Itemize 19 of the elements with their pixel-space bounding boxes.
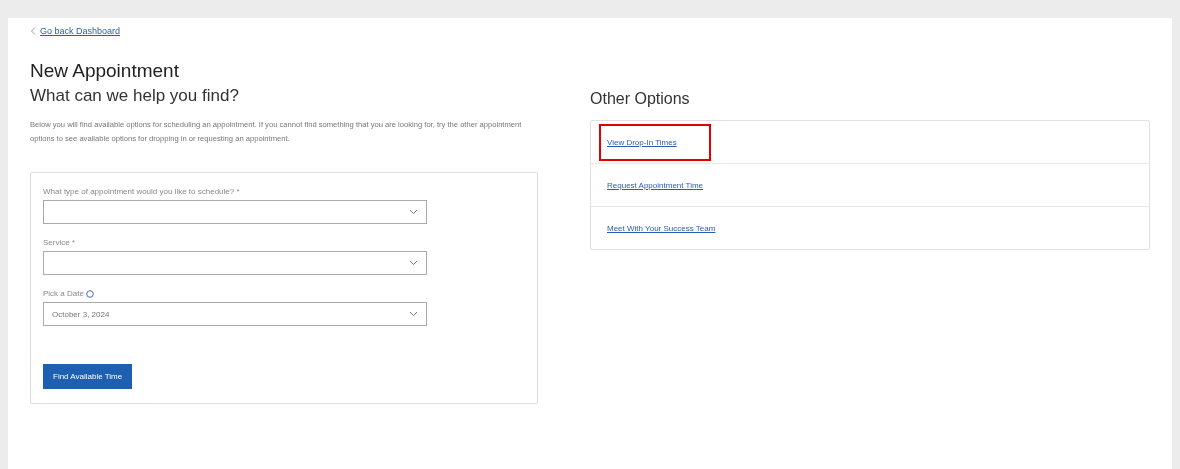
field-label: Service * (43, 238, 75, 247)
chevron-down-icon (409, 311, 418, 317)
back-link[interactable]: Go back Dashboard (40, 26, 121, 36)
section-heading: What can we help you find? (30, 86, 240, 106)
option-link[interactable]: View Drop-In Times (599, 123, 711, 161)
dropdown-field[interactable]: October 3, 2024 (43, 302, 427, 326)
section-heading: Other Options (590, 90, 691, 108)
info-icon (85, 289, 94, 298)
find-available-time-button[interactable]: Find Available Time (43, 364, 133, 389)
chevron-down-icon (409, 209, 418, 215)
option-link[interactable]: Meet With Your Success Team (599, 209, 724, 247)
dropdown-field[interactable] (43, 200, 427, 224)
field-label: Pick a Date (43, 289, 84, 298)
page-title: New Appointment (30, 60, 180, 82)
chevron-left-icon (30, 27, 36, 35)
field-label: What type of appointment would you like to schedule? * (43, 187, 240, 196)
chevron-down-icon (409, 260, 418, 266)
dropdown-field[interactable] (43, 251, 427, 275)
option-link[interactable]: Request Appointment Time (599, 166, 712, 204)
